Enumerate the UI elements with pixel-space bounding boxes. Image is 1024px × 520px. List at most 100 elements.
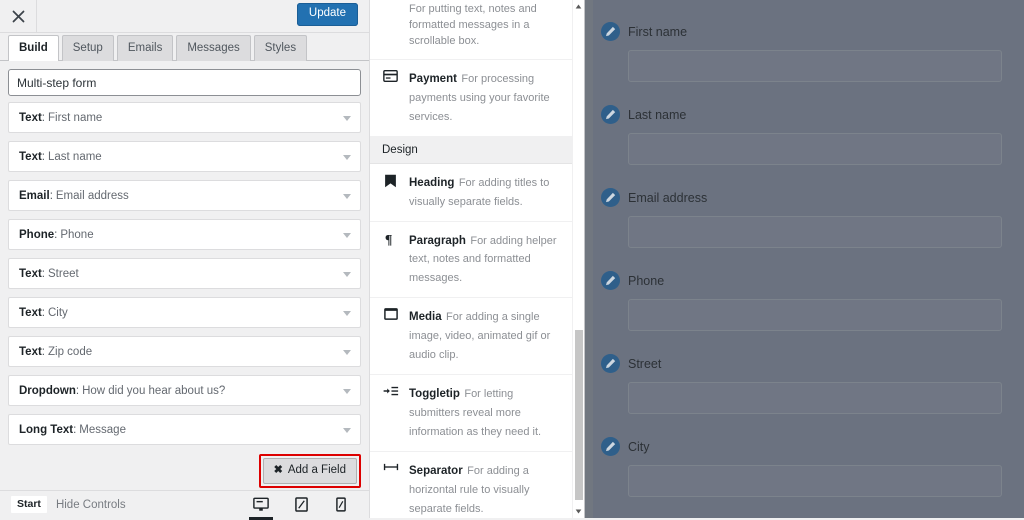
chevron-down-icon[interactable] bbox=[343, 388, 351, 394]
field-type: Dropdown bbox=[19, 384, 76, 397]
field-row-phone[interactable]: Phone: Phone bbox=[8, 219, 361, 250]
preview-text-input[interactable] bbox=[628, 465, 1002, 497]
chevron-down-icon[interactable] bbox=[343, 232, 351, 238]
preview-field-label: Phone bbox=[628, 273, 665, 288]
chevron-down-icon[interactable] bbox=[343, 154, 351, 160]
sidebar-bottom-bar: Start Hide Controls bbox=[0, 490, 369, 520]
pencil-icon[interactable] bbox=[601, 354, 620, 373]
field-type-heading[interactable]: Heading For adding titles to visually se… bbox=[370, 164, 572, 222]
preview-text-input[interactable] bbox=[628, 50, 1002, 82]
preview-label-row: First name bbox=[601, 22, 1002, 41]
field-type: Text bbox=[19, 306, 42, 319]
close-x-icon: ✖ bbox=[273, 464, 283, 476]
update-button[interactable]: Update bbox=[296, 3, 358, 26]
field-type-title: Paragraph bbox=[409, 234, 466, 247]
field-type-title: Toggletip bbox=[409, 388, 460, 401]
field-type-text: Media For adding a single image, video, … bbox=[409, 307, 560, 364]
preview-field-street: Street bbox=[601, 354, 1002, 414]
preview-text-input[interactable] bbox=[628, 299, 1002, 331]
tab-messages[interactable]: Messages bbox=[176, 35, 251, 61]
desktop-icon[interactable] bbox=[249, 494, 273, 520]
tab-setup[interactable]: Setup bbox=[61, 35, 114, 61]
field-row-dropdown[interactable]: Dropdown: How did you hear about us? bbox=[8, 375, 361, 406]
field-type-text: Toggletip For letting submitters reveal … bbox=[409, 384, 560, 441]
tablet-icon[interactable] bbox=[291, 494, 311, 516]
mobile-icon[interactable] bbox=[331, 494, 351, 516]
preview-text-input[interactable] bbox=[628, 133, 1002, 165]
field-row-city[interactable]: Text: City bbox=[8, 297, 361, 328]
preview-label-row: Last name bbox=[601, 105, 1002, 124]
add-a-field-button[interactable]: ✖ Add a Field bbox=[262, 457, 357, 485]
chevron-down-icon[interactable] bbox=[343, 310, 351, 316]
field-row-first-name[interactable]: Text: First name bbox=[8, 102, 361, 133]
field-label: Email address bbox=[55, 189, 129, 202]
chevron-down-icon[interactable] bbox=[343, 427, 351, 433]
field-label: City bbox=[48, 306, 68, 319]
field-types-scrollbar[interactable] bbox=[572, 0, 584, 518]
media-frame-icon bbox=[382, 307, 399, 364]
field-label: Phone bbox=[60, 228, 94, 241]
scroll-up-arrow-icon[interactable] bbox=[573, 0, 584, 13]
field-label: Message bbox=[79, 423, 126, 436]
field-row-message[interactable]: Long Text: Message bbox=[8, 414, 361, 445]
preview-text-input[interactable] bbox=[628, 216, 1002, 248]
pencil-icon[interactable] bbox=[601, 22, 620, 41]
field-type-toggletip[interactable]: Toggletip For letting submitters reveal … bbox=[370, 375, 572, 452]
device-preview-switcher bbox=[249, 494, 359, 520]
form-title-input[interactable] bbox=[8, 69, 361, 96]
field-row-last-name[interactable]: Text: Last name bbox=[8, 141, 361, 172]
field-label: Last name bbox=[48, 150, 102, 163]
close-icon[interactable] bbox=[0, 0, 37, 32]
pencil-icon[interactable] bbox=[601, 437, 620, 456]
field-type: Text bbox=[19, 345, 42, 358]
scroll-down-arrow-icon[interactable] bbox=[573, 505, 584, 518]
form-preview-panel: First name Last name Email address Phone… bbox=[585, 0, 1024, 518]
form-builder-screen: Update Build Setup Emails Messages Style… bbox=[0, 0, 1024, 520]
partial-description-text: For putting text, notes and formatted me… bbox=[370, 0, 572, 60]
tab-build[interactable]: Build bbox=[8, 35, 59, 61]
preview-field-label: First name bbox=[628, 24, 688, 39]
tab-styles[interactable]: Styles bbox=[253, 35, 308, 61]
preview-label-row: Email address bbox=[601, 188, 1002, 207]
chevron-down-icon[interactable] bbox=[343, 193, 351, 199]
preview-field-label: Email address bbox=[628, 190, 708, 205]
pencil-icon[interactable] bbox=[601, 105, 620, 124]
hide-controls-button[interactable]: Hide Controls bbox=[56, 499, 126, 511]
field-label: Street bbox=[48, 267, 79, 280]
field-row-email-address[interactable]: Email: Email address bbox=[8, 180, 361, 211]
preview-text-input[interactable] bbox=[628, 382, 1002, 414]
scrollbar-thumb[interactable] bbox=[575, 330, 583, 500]
preview-field-label: Street bbox=[628, 356, 662, 371]
field-row-zip-code[interactable]: Text: Zip code bbox=[8, 336, 361, 367]
field-type-payment[interactable]: Payment For processing payments using yo… bbox=[370, 60, 572, 137]
field-type: Long Text bbox=[19, 423, 74, 436]
chevron-down-icon[interactable] bbox=[343, 271, 351, 277]
pilcrow-icon: ¶ bbox=[382, 231, 399, 288]
field-type-text: Heading For adding titles to visually se… bbox=[409, 173, 560, 211]
pencil-icon[interactable] bbox=[601, 188, 620, 207]
field-type: Text bbox=[19, 150, 42, 163]
start-badge: Start bbox=[10, 495, 48, 514]
preview-field-label: Last name bbox=[628, 107, 687, 122]
field-type-text: Paragraph For adding helper text, notes … bbox=[409, 231, 560, 288]
field-type: Email bbox=[19, 189, 50, 202]
add-field-highlight: ✖ Add a Field bbox=[258, 453, 361, 489]
form-builder-sidebar: Update Build Setup Emails Messages Style… bbox=[0, 0, 370, 520]
chevron-down-icon[interactable] bbox=[343, 115, 351, 121]
field-type-text: Separator For adding a horizontal rule t… bbox=[409, 461, 560, 518]
bookmark-icon bbox=[382, 173, 399, 211]
preview-label-row: City bbox=[601, 437, 1002, 456]
chevron-down-icon[interactable] bbox=[343, 349, 351, 355]
preview-field-city: City bbox=[601, 437, 1002, 497]
preview-label-row: Phone bbox=[601, 271, 1002, 290]
field-type-separator[interactable]: Separator For adding a horizontal rule t… bbox=[370, 452, 572, 518]
pencil-icon[interactable] bbox=[601, 271, 620, 290]
svg-text:¶: ¶ bbox=[385, 233, 393, 246]
preview-field-label: City bbox=[628, 439, 650, 454]
field-type-media[interactable]: Media For adding a single image, video, … bbox=[370, 298, 572, 376]
preview-field-last-name: Last name bbox=[601, 105, 1002, 165]
field-row-street[interactable]: Text: Street bbox=[8, 258, 361, 289]
form-title-wrapper bbox=[0, 61, 369, 102]
field-type-paragraph[interactable]: ¶ Paragraph For adding helper text, note… bbox=[370, 222, 572, 299]
tab-emails[interactable]: Emails bbox=[116, 35, 174, 61]
